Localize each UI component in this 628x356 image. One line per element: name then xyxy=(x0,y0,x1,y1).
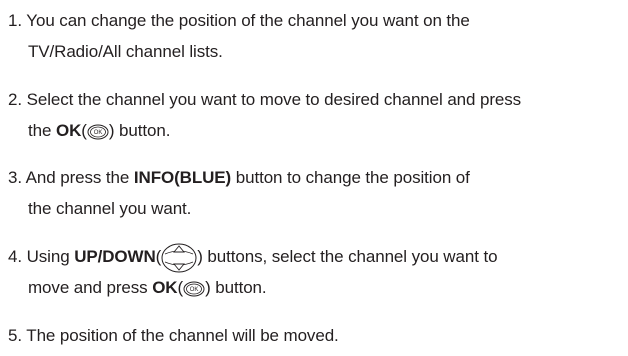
ok-button-icon: OK xyxy=(87,124,109,140)
info-blue-label: INFO(BLUE) xyxy=(133,168,232,187)
ok-label: OK xyxy=(55,121,82,140)
step-4: 4. Using UP/DOWN() buttons, select the c… xyxy=(8,241,622,303)
instruction-page: 1. You can change the position of the ch… xyxy=(0,0,628,356)
ok-icon-text: OK xyxy=(94,130,103,136)
step-4-line-2-suffix: ) button. xyxy=(205,278,267,297)
step-1: 1. You can change the position of the ch… xyxy=(8,5,622,67)
step-4-line-1-suffix: ) buttons, select the channel you want t… xyxy=(197,247,498,266)
step-5-line-1: 5. The position of the channel will be m… xyxy=(8,326,339,345)
step-2-line-2-suffix: ) button. xyxy=(108,121,171,140)
step-4-line-1-prefix: 4. Using xyxy=(8,247,75,266)
step-3: 3. And press the INFO(BLUE) button to ch… xyxy=(8,162,622,224)
step-2-line-2-prefix: the xyxy=(28,121,56,140)
step-3-line-1-suffix: button to change the position of xyxy=(231,168,470,187)
step-4-line-1: 4. Using UP/DOWN() buttons, select the c… xyxy=(8,241,622,273)
step-1-line-1: 1. You can change the position of the ch… xyxy=(8,11,470,30)
ok-label: OK xyxy=(152,278,178,297)
step-2-line-2: the OK(OK) button. xyxy=(8,115,622,146)
up-down-label: UP/DOWN xyxy=(74,247,156,266)
ok-icon-text: OK xyxy=(190,287,199,293)
step-3-line-2: the channel you want. xyxy=(28,199,192,218)
step-5: 5. The position of the channel will be m… xyxy=(8,320,622,351)
ok-button-icon: OK xyxy=(183,281,205,297)
step-3-line-1: 3. And press the INFO(BLUE) button to ch… xyxy=(8,162,622,193)
step-4-line-2-prefix: move and press xyxy=(28,278,153,297)
step-2-line-1: 2. Select the channel you want to move t… xyxy=(8,90,522,109)
step-2: 2. Select the channel you want to move t… xyxy=(8,84,622,146)
step-1-line-2: TV/Radio/All channel lists. xyxy=(28,42,223,61)
step-4-line-2: move and press OK(OK) button. xyxy=(8,272,622,303)
step-3-line-1-prefix: 3. And press the xyxy=(8,168,134,187)
up-down-button-icon xyxy=(161,243,197,273)
